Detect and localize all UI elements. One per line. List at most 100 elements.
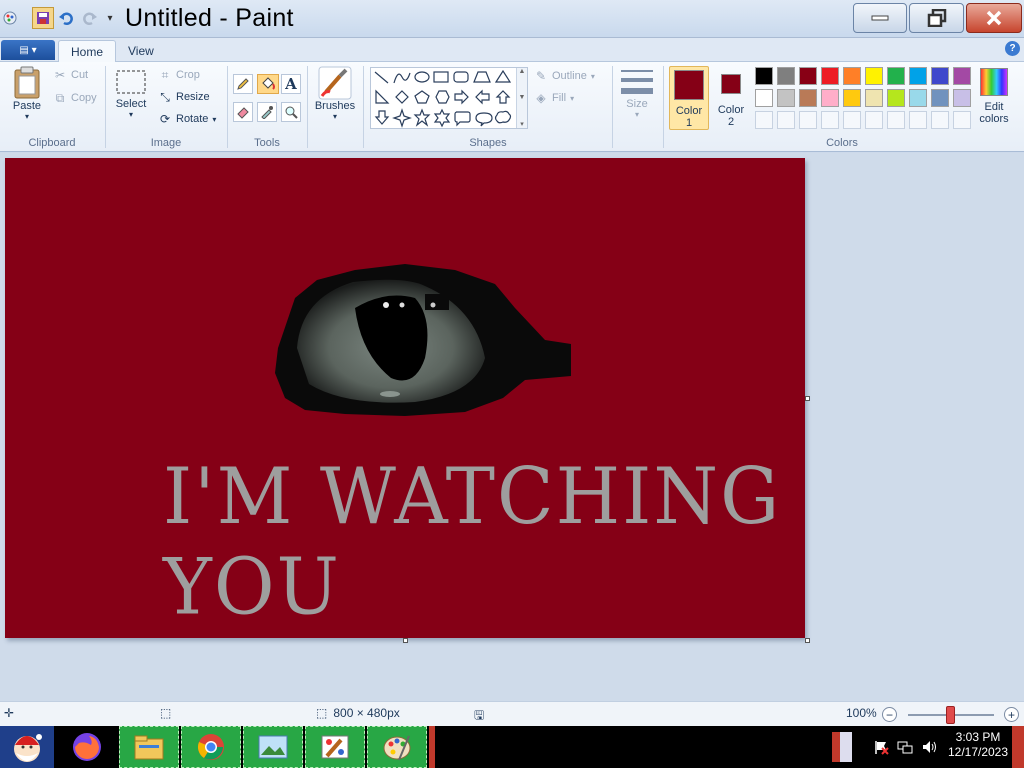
brushes-button[interactable]: Brushes ▾ <box>312 66 358 121</box>
tray-action-center[interactable] <box>872 726 890 768</box>
tray-volume[interactable] <box>920 726 938 768</box>
scroll-up-icon[interactable]: ▲ <box>519 68 526 75</box>
zoom-in-button[interactable]: + <box>1004 707 1019 722</box>
color2-selector[interactable]: Color 2 <box>711 66 751 130</box>
palette-custom-slot[interactable] <box>931 111 949 129</box>
resize-handle-right[interactable] <box>805 396 810 401</box>
right-arrow-shape-icon <box>454 89 469 105</box>
palette-custom-slot[interactable] <box>909 111 927 129</box>
magnifier-icon <box>285 106 298 119</box>
edit-colors-button[interactable]: Edit colors <box>975 68 1013 125</box>
color-picker-tool[interactable] <box>257 102 277 122</box>
palette-swatch[interactable] <box>887 89 905 107</box>
taskbar-file-explorer[interactable] <box>119 726 179 768</box>
palette-custom-slot[interactable] <box>755 111 773 129</box>
palette-swatch[interactable] <box>843 67 861 85</box>
zoom-out-button[interactable]: − <box>882 707 897 722</box>
shapes-gallery-scroller[interactable]: ▲ ▼ ▾ <box>516 68 527 128</box>
palette-custom-slot[interactable] <box>799 111 817 129</box>
text-tool[interactable]: A <box>281 74 301 94</box>
palette-custom-slot[interactable] <box>821 111 839 129</box>
select-button[interactable]: Select ▾ <box>112 68 150 119</box>
gallery-expand-icon[interactable]: ▾ <box>520 120 524 128</box>
palette-custom-slot[interactable] <box>865 111 883 129</box>
resize-handle-bottom[interactable] <box>403 638 408 643</box>
palette-swatch[interactable] <box>909 67 927 85</box>
save-icon[interactable] <box>32 7 54 29</box>
color1-selector[interactable]: Color 1 <box>669 66 709 130</box>
palette-swatch[interactable] <box>931 67 949 85</box>
pencil-icon <box>237 78 249 90</box>
palette-swatch[interactable] <box>865 67 883 85</box>
palette-swatch[interactable] <box>821 67 839 85</box>
tray-clock[interactable]: 3:03 PM 12/17/2023 <box>944 730 1012 760</box>
palette-swatch[interactable] <box>953 67 971 85</box>
palette-swatch[interactable] <box>777 89 795 107</box>
eraser-tool[interactable] <box>233 102 253 122</box>
paste-button[interactable]: Paste ▾ <box>8 66 46 121</box>
taskbar-firefox[interactable] <box>60 726 114 768</box>
rotate-button[interactable]: ⟳ Rotate ▾ <box>158 110 216 128</box>
palette-swatch[interactable] <box>931 89 949 107</box>
restore-button[interactable] <box>909 3 964 33</box>
minimize-button[interactable] <box>853 3 907 33</box>
palette-custom-slot[interactable] <box>843 111 861 129</box>
palette-swatch[interactable] <box>887 67 905 85</box>
palette-custom-slot[interactable] <box>887 111 905 129</box>
palette-swatch[interactable] <box>865 89 883 107</box>
cursor-position-icon: ✛ <box>4 706 15 720</box>
fill-button[interactable]: ◈ Fill ▾ <box>534 89 574 107</box>
start-button[interactable] <box>0 726 54 768</box>
palette-custom-slot[interactable] <box>777 111 795 129</box>
canvas-size: ⬚ 800 × 480px <box>316 706 400 720</box>
tab-view[interactable]: View <box>116 40 166 62</box>
pencil-tool[interactable] <box>233 74 253 94</box>
paint-app-icon[interactable] <box>0 8 20 28</box>
tray-network[interactable] <box>896 726 914 768</box>
size-button[interactable]: Size ▾ <box>618 68 656 119</box>
palette-custom-slot[interactable] <box>953 111 971 129</box>
file-menu-button[interactable]: ▤ ▾ <box>1 40 55 60</box>
taskbar: 3:03 PM 12/17/2023 <box>0 726 1024 768</box>
resize-handle-corner[interactable] <box>805 638 810 643</box>
palette-swatch[interactable] <box>909 89 927 107</box>
four-point-star-shape-icon <box>392 108 412 128</box>
palette-swatch[interactable] <box>953 89 971 107</box>
palette-swatch[interactable] <box>821 89 839 107</box>
close-button[interactable] <box>966 3 1022 33</box>
help-icon[interactable]: ? <box>1005 41 1020 56</box>
select-dropdown-icon[interactable]: ▾ <box>129 110 133 119</box>
magnifier-tool[interactable] <box>281 102 301 122</box>
copy-button[interactable]: ⧉ Copy <box>53 89 97 107</box>
drawing-canvas[interactable]: I'M WATCHING YOU <box>5 158 805 638</box>
resize-button[interactable]: ⤡ Resize <box>158 88 209 106</box>
fill-tool[interactable] <box>257 74 279 94</box>
restore-icon <box>927 9 946 27</box>
customize-toolbar-chevron-icon[interactable]: ▾ <box>100 8 120 28</box>
tab-home[interactable]: Home <box>58 40 117 63</box>
canvas-workspace[interactable]: I'M WATCHING YOU <box>0 153 1024 701</box>
palette-swatch[interactable] <box>755 89 773 107</box>
outline-button[interactable]: ✎ Outline ▾ <box>534 67 595 85</box>
paste-dropdown-icon[interactable]: ▾ <box>25 112 29 121</box>
taskbar-paint-active[interactable] <box>367 726 427 768</box>
tray-show-hidden[interactable] <box>832 726 852 768</box>
taskbar-chrome[interactable] <box>181 726 241 768</box>
palette-swatch[interactable] <box>799 89 817 107</box>
palette-swatch[interactable] <box>777 67 795 85</box>
cut-button[interactable]: ✂ Cut <box>53 66 88 84</box>
taskbar-photo-viewer[interactable] <box>243 726 303 768</box>
six-point-star-shape-icon <box>433 108 451 128</box>
minimize-icon <box>871 15 889 21</box>
palette-swatch[interactable] <box>755 67 773 85</box>
redo-icon[interactable] <box>80 8 100 28</box>
taskbar-paint-inactive[interactable] <box>305 726 365 768</box>
zoom-slider-thumb[interactable] <box>946 706 955 724</box>
show-desktop-button[interactable] <box>1012 726 1024 768</box>
flag-alert-icon <box>875 741 889 755</box>
palette-swatch[interactable] <box>799 67 817 85</box>
scroll-down-icon[interactable]: ▼ <box>519 94 526 101</box>
palette-swatch[interactable] <box>843 89 861 107</box>
crop-button[interactable]: ⌗ Crop <box>158 66 200 84</box>
undo-icon[interactable] <box>56 8 76 28</box>
